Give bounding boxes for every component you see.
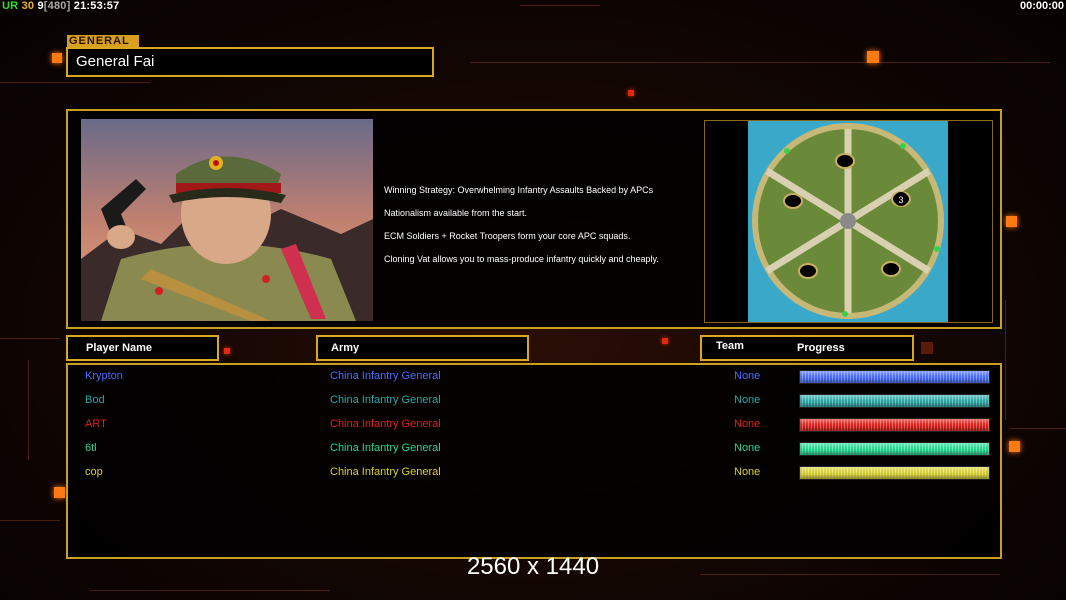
decor-square [867, 51, 879, 63]
decor-line [1005, 300, 1006, 420]
hud-fps: 30 [21, 0, 35, 12]
player-team: None [734, 394, 761, 406]
player-team: None [734, 370, 761, 382]
header-progress: Progress [797, 342, 845, 354]
player-name: ART [85, 418, 107, 430]
player-row: Bod China Infantry General None [68, 391, 1000, 409]
strategy-description: Winning Strategy: Overwhelming Infantry … [384, 179, 659, 271]
decor-line [1010, 428, 1066, 429]
player-army: China Infantry General [330, 466, 441, 478]
map-preview: 3 [704, 120, 993, 323]
player-team: None [734, 442, 761, 454]
decor-square [662, 338, 668, 344]
decor-square [1006, 216, 1017, 227]
strategy-line: ECM Soldiers + Rocket Troopers form your… [384, 231, 631, 241]
player-army: China Infantry General [330, 418, 441, 430]
decor-line [0, 520, 60, 521]
progress-bar [799, 442, 990, 456]
progress-bar [799, 370, 990, 384]
progress-bar [799, 394, 990, 408]
decor-square [1009, 441, 1020, 452]
progress-bar [799, 418, 990, 432]
decor-square [52, 53, 62, 63]
player-army: China Infantry General [330, 394, 441, 406]
map-player-slot: 3 [898, 195, 903, 205]
player-team: None [734, 466, 761, 478]
hud-ur: UR [2, 0, 19, 12]
decor-line [520, 5, 600, 6]
player-name: cop [85, 466, 103, 478]
decor-square [224, 348, 230, 354]
strategy-line: Winning Strategy: Overwhelming Infantry … [384, 185, 654, 195]
player-row: 6tl China Infantry General None [68, 439, 1000, 457]
player-row: Krypton China Infantry General None [68, 367, 1000, 385]
decor-square [921, 342, 933, 354]
player-army: China Infantry General [330, 370, 441, 382]
strategy-line: Nationalism available from the start. [384, 208, 528, 218]
player-row: cop China Infantry General None [68, 463, 1000, 481]
player-army: China Infantry General [330, 442, 441, 454]
general-info-panel: Winning Strategy: Overwhelming Infantry … [66, 109, 1002, 329]
decor-line [470, 62, 1050, 63]
player-table: Krypton China Infantry General None Bod Chin… [66, 363, 1002, 559]
player-name: 6tl [85, 442, 97, 454]
header-team: Team [716, 340, 744, 352]
decor-line [90, 590, 330, 591]
general-portrait [81, 119, 373, 321]
header-team-progress: Team Progress [700, 335, 914, 361]
player-name: Bod [85, 394, 105, 406]
decor-square [628, 90, 634, 96]
hud-bracket: [480] [43, 0, 71, 12]
decor-line [0, 338, 60, 339]
general-name: General Fai [66, 47, 434, 77]
decor-square [54, 487, 65, 498]
decor-line [0, 82, 150, 83]
header-player-name: Player Name [66, 335, 219, 361]
hud-stats: UR 30 9[480] 21:53:57 [2, 0, 119, 12]
header-army: Army [316, 335, 529, 361]
player-row: ART China Infantry General None [68, 415, 1000, 433]
resolution-watermark: 2560 x 1440 [466, 553, 600, 580]
strategy-line: Cloning Vat allows you to mass-produce i… [384, 254, 659, 264]
hud-clock: 21:53:57 [73, 0, 120, 12]
general-section-label: GENERAL [67, 35, 139, 47]
player-team: None [734, 418, 761, 430]
hud-timer: 00:00:00 [1019, 0, 1064, 12]
player-name: Krypton [85, 370, 123, 382]
progress-bar [799, 466, 990, 480]
decor-line [28, 360, 29, 460]
